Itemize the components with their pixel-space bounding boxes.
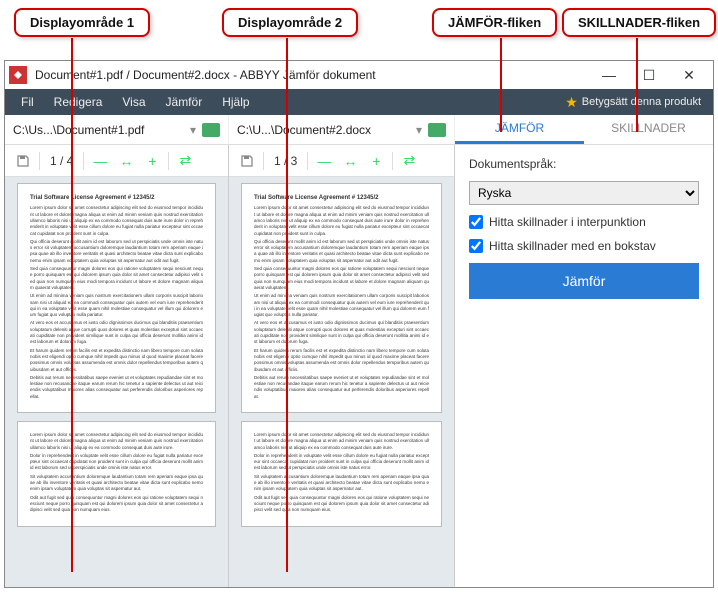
folder-icon[interactable] — [428, 123, 446, 137]
connector-1 — [71, 38, 73, 572]
connector-3 — [500, 38, 502, 132]
menubar: Fil Redigera Visa Jämför Hjälp ★ Betygsä… — [5, 89, 713, 115]
app-window: Document#1.pdf / Document#2.docx - ABBYY… — [4, 60, 714, 588]
sync-scroll-icon[interactable]: ⇄ — [397, 149, 421, 173]
checkbox-oneletter-input[interactable] — [469, 239, 483, 253]
doc1-pages[interactable]: Trial Software License Agreement # 12345… — [5, 177, 228, 587]
callout-compare-tab: JÄMFÖR-fliken — [432, 8, 557, 37]
zoom-in-icon[interactable]: + — [364, 149, 388, 173]
content-area: 1 / 4 — ↔ + ⇄ Trial Software License Agr… — [5, 145, 713, 587]
doc2-heading: Trial Software License Agreement # 12345… — [254, 194, 429, 202]
display-area-2: 1 / 3 — ↔ + ⇄ Trial Software License Agr… — [229, 145, 455, 587]
sync-scroll-icon[interactable]: ⇄ — [173, 149, 197, 173]
connector-4 — [636, 38, 638, 132]
connector-2 — [286, 38, 288, 572]
zoom-out-icon[interactable]: — — [312, 149, 336, 173]
doc2-pages[interactable]: Trial Software License Agreement # 12345… — [229, 177, 454, 587]
callout-diffs-tab: SKILLNADER-fliken — [562, 8, 716, 37]
folder-icon[interactable] — [202, 123, 220, 137]
doc1-page-1: Trial Software License Agreement # 12345… — [17, 183, 216, 413]
maximize-button[interactable]: ☐ — [629, 63, 669, 87]
close-button[interactable]: ✕ — [669, 63, 709, 87]
doc1-path: C:\Us...\Document#1.pdf — [13, 123, 184, 137]
lang-label: Dokumentspråk: — [469, 157, 699, 171]
checkbox-punctuation-input[interactable] — [469, 215, 483, 229]
app-icon — [9, 66, 27, 84]
fit-width-icon[interactable]: ↔ — [338, 149, 362, 173]
doc1-toolbar: 1 / 4 — ↔ + ⇄ — [5, 145, 228, 177]
checkbox-punctuation[interactable]: Hitta skillnader i interpunktion — [469, 215, 699, 229]
checkbox-oneletter-label: Hitta skillnader med en bokstav — [489, 239, 656, 253]
chevron-down-icon: ▾ — [416, 123, 422, 137]
checkbox-oneletter[interactable]: Hitta skillnader med en bokstav — [469, 239, 699, 253]
callout-display-1: Displayområde 1 — [14, 8, 150, 37]
window-title: Document#1.pdf / Document#2.docx - ABBYY… — [35, 68, 589, 82]
zoom-in-icon[interactable]: + — [140, 149, 164, 173]
rate-label: Betygsätt denna produkt — [582, 96, 701, 108]
titlebar: Document#1.pdf / Document#2.docx - ABBYY… — [5, 61, 713, 89]
zoom-out-icon[interactable]: — — [88, 149, 112, 173]
document-bar: C:\Us...\Document#1.pdf ▾ C:\U...\Docume… — [5, 115, 713, 145]
doc2-path: C:\U...\Document#2.docx — [237, 123, 410, 137]
chevron-down-icon: ▾ — [190, 123, 196, 137]
doc1-heading: Trial Software License Agreement # 12345… — [30, 194, 203, 202]
doc1-page-indicator[interactable]: 1 / 4 — [44, 154, 79, 168]
language-select[interactable]: Ryska — [469, 181, 699, 205]
doc2-page-2: Lorem ipsum dolor sit amet consectetur a… — [241, 421, 442, 527]
menu-edit[interactable]: Redigera — [44, 89, 113, 115]
tab-differences[interactable]: SKILLNADER — [584, 115, 713, 144]
doc1-selector[interactable]: C:\Us...\Document#1.pdf ▾ — [5, 115, 229, 144]
display-area-1: 1 / 4 — ↔ + ⇄ Trial Software License Agr… — [5, 145, 229, 587]
minimize-button[interactable]: — — [589, 63, 629, 87]
doc2-page-1: Trial Software License Agreement # 12345… — [241, 183, 442, 413]
tab-compare[interactable]: JÄMFÖR — [455, 115, 584, 144]
menu-compare[interactable]: Jämför — [156, 89, 213, 115]
checkbox-punctuation-label: Hitta skillnader i interpunktion — [489, 215, 646, 229]
doc1-page-2: Lorem ipsum dolor sit amet consectetur a… — [17, 421, 216, 527]
menu-view[interactable]: Visa — [112, 89, 155, 115]
callout-display-2: Displayområde 2 — [222, 8, 358, 37]
doc2-selector[interactable]: C:\U...\Document#2.docx ▾ — [229, 115, 455, 144]
fit-width-icon[interactable]: ↔ — [114, 149, 138, 173]
menu-help[interactable]: Hjälp — [212, 89, 259, 115]
star-icon: ★ — [565, 94, 578, 111]
compare-button[interactable]: Jämför — [469, 263, 699, 299]
compare-panel: Dokumentspråk: Ryska Hitta skillnader i … — [455, 145, 713, 587]
side-tabs: JÄMFÖR SKILLNADER — [455, 115, 713, 144]
doc2-toolbar: 1 / 3 — ↔ + ⇄ — [229, 145, 454, 177]
menu-file[interactable]: Fil — [11, 89, 44, 115]
save-icon[interactable] — [235, 149, 259, 173]
save-icon[interactable] — [11, 149, 35, 173]
